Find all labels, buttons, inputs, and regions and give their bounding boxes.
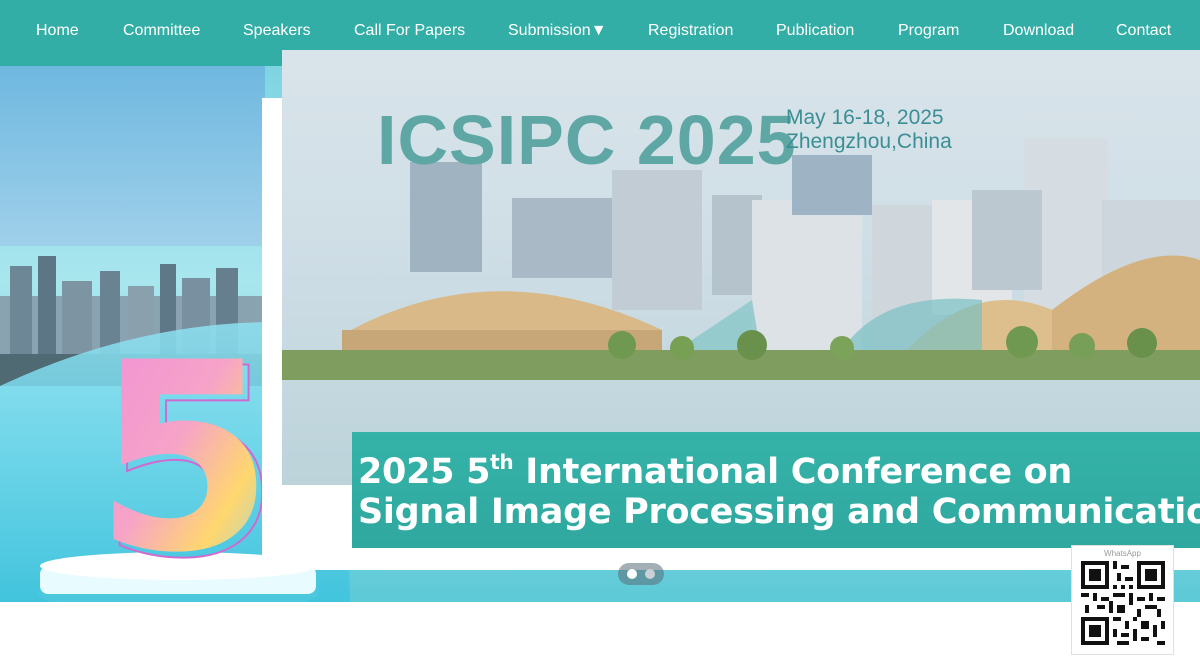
nav-speakers[interactable]: Speakers [243, 22, 311, 40]
qr-code-image [1081, 561, 1165, 645]
carousel-dot-1[interactable] [627, 569, 637, 579]
nav-contact[interactable]: Contact [1116, 22, 1171, 40]
nav-call-for-papers[interactable]: Call For Papers [354, 22, 465, 40]
conference-location: Zhengzhou,China [786, 130, 952, 153]
page-below-hero [0, 602, 1200, 661]
conference-date: May 16-18, 2025 [786, 106, 944, 129]
nav-home[interactable]: Home [36, 22, 79, 40]
qr-label: WhatsApp [1104, 549, 1141, 558]
nav-program[interactable]: Program [898, 22, 959, 40]
nav-committee[interactable]: Committee [123, 22, 200, 40]
nav-submission-dropdown[interactable]: Submission▼ [508, 22, 607, 40]
conference-code: ICSIPC 2025 [377, 101, 797, 179]
nav-publication[interactable]: Publication [776, 22, 854, 40]
carousel-indicators [618, 563, 664, 585]
title-ordinal-suffix: th [490, 450, 514, 474]
carousel-dot-2[interactable] [645, 569, 655, 579]
sky-background [0, 66, 265, 246]
conference-title-line2: Signal Image Processing and Communicatio… [358, 492, 1200, 532]
nav-download[interactable]: Download [1003, 22, 1074, 40]
title-year-ordinal: 2025 5 [358, 452, 491, 492]
whatsapp-qr-widget[interactable]: WhatsApp [1071, 545, 1174, 655]
conference-title-line1: 2025 5th International Conference on [358, 450, 1072, 492]
title-line1-text: International Conference on [513, 452, 1073, 492]
nav-registration[interactable]: Registration [648, 22, 733, 40]
badge-five: 5 [94, 316, 275, 602]
